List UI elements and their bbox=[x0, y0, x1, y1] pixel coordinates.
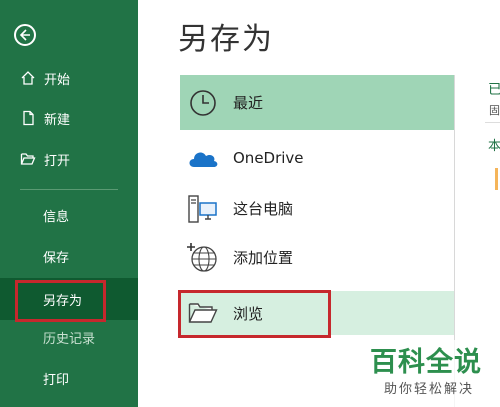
sidebar-item-open[interactable]: 打开 bbox=[0, 144, 138, 174]
sidebar-item-print[interactable]: 打印 bbox=[0, 363, 138, 393]
browse-annotation-box bbox=[178, 290, 331, 338]
watermark-logo: 百科全说 助你轻松解决 bbox=[364, 340, 500, 407]
location-label: 添加位置 bbox=[233, 249, 294, 267]
watermark-title: 百科全说 bbox=[370, 347, 482, 378]
location-label: OneDrive bbox=[233, 148, 304, 167]
location-add-place[interactable]: 添加位置 bbox=[180, 230, 454, 285]
open-folder-icon bbox=[20, 151, 36, 167]
location-this-pc[interactable]: 这台电脑 bbox=[180, 181, 454, 236]
watermark-subtitle: 助你轻松解决 bbox=[384, 382, 475, 397]
sidebar-item-home[interactable]: 开始 bbox=[0, 63, 138, 93]
location-onedrive[interactable]: OneDrive bbox=[180, 130, 454, 185]
backstage-sidebar: 开始 新建 打开 信息 保存 另存为 历史记录 打印 bbox=[0, 0, 138, 407]
cloud-icon bbox=[185, 140, 221, 176]
page-title: 另存为 bbox=[178, 22, 274, 57]
sidebar-item-label: 打印 bbox=[43, 372, 70, 388]
sidebar-item-label: 信息 bbox=[43, 209, 70, 225]
recent-divider bbox=[485, 122, 500, 123]
sidebar-item-label: 新建 bbox=[44, 112, 71, 128]
sidebar-item-label: 开始 bbox=[44, 72, 71, 88]
sidebar-item-history[interactable]: 历史记录 bbox=[0, 322, 138, 352]
clock-icon bbox=[185, 85, 221, 121]
save-as-annotation-box bbox=[15, 280, 106, 322]
recent-file-marker bbox=[495, 168, 498, 190]
sidebar-item-label: 历史记录 bbox=[43, 331, 96, 347]
back-arrow-icon[interactable] bbox=[14, 24, 36, 46]
globe-plus-icon bbox=[185, 240, 221, 276]
home-icon bbox=[20, 70, 36, 86]
recent-heading: 已 bbox=[488, 82, 500, 98]
new-document-icon bbox=[20, 110, 36, 126]
recent-subtext: 固 bbox=[489, 104, 500, 117]
location-recent[interactable]: 最近 bbox=[180, 75, 454, 130]
recent-section-label[interactable]: 本 bbox=[488, 135, 500, 154]
sidebar-divider bbox=[20, 189, 118, 190]
location-label: 最近 bbox=[233, 94, 264, 112]
sidebar-item-info[interactable]: 信息 bbox=[0, 200, 138, 230]
sidebar-item-label: 打开 bbox=[44, 153, 71, 169]
sidebar-item-save[interactable]: 保存 bbox=[0, 241, 138, 271]
location-label: 这台电脑 bbox=[233, 200, 294, 218]
computer-icon bbox=[185, 191, 221, 227]
sidebar-item-label: 保存 bbox=[43, 250, 70, 266]
sidebar-item-new[interactable]: 新建 bbox=[0, 103, 138, 133]
